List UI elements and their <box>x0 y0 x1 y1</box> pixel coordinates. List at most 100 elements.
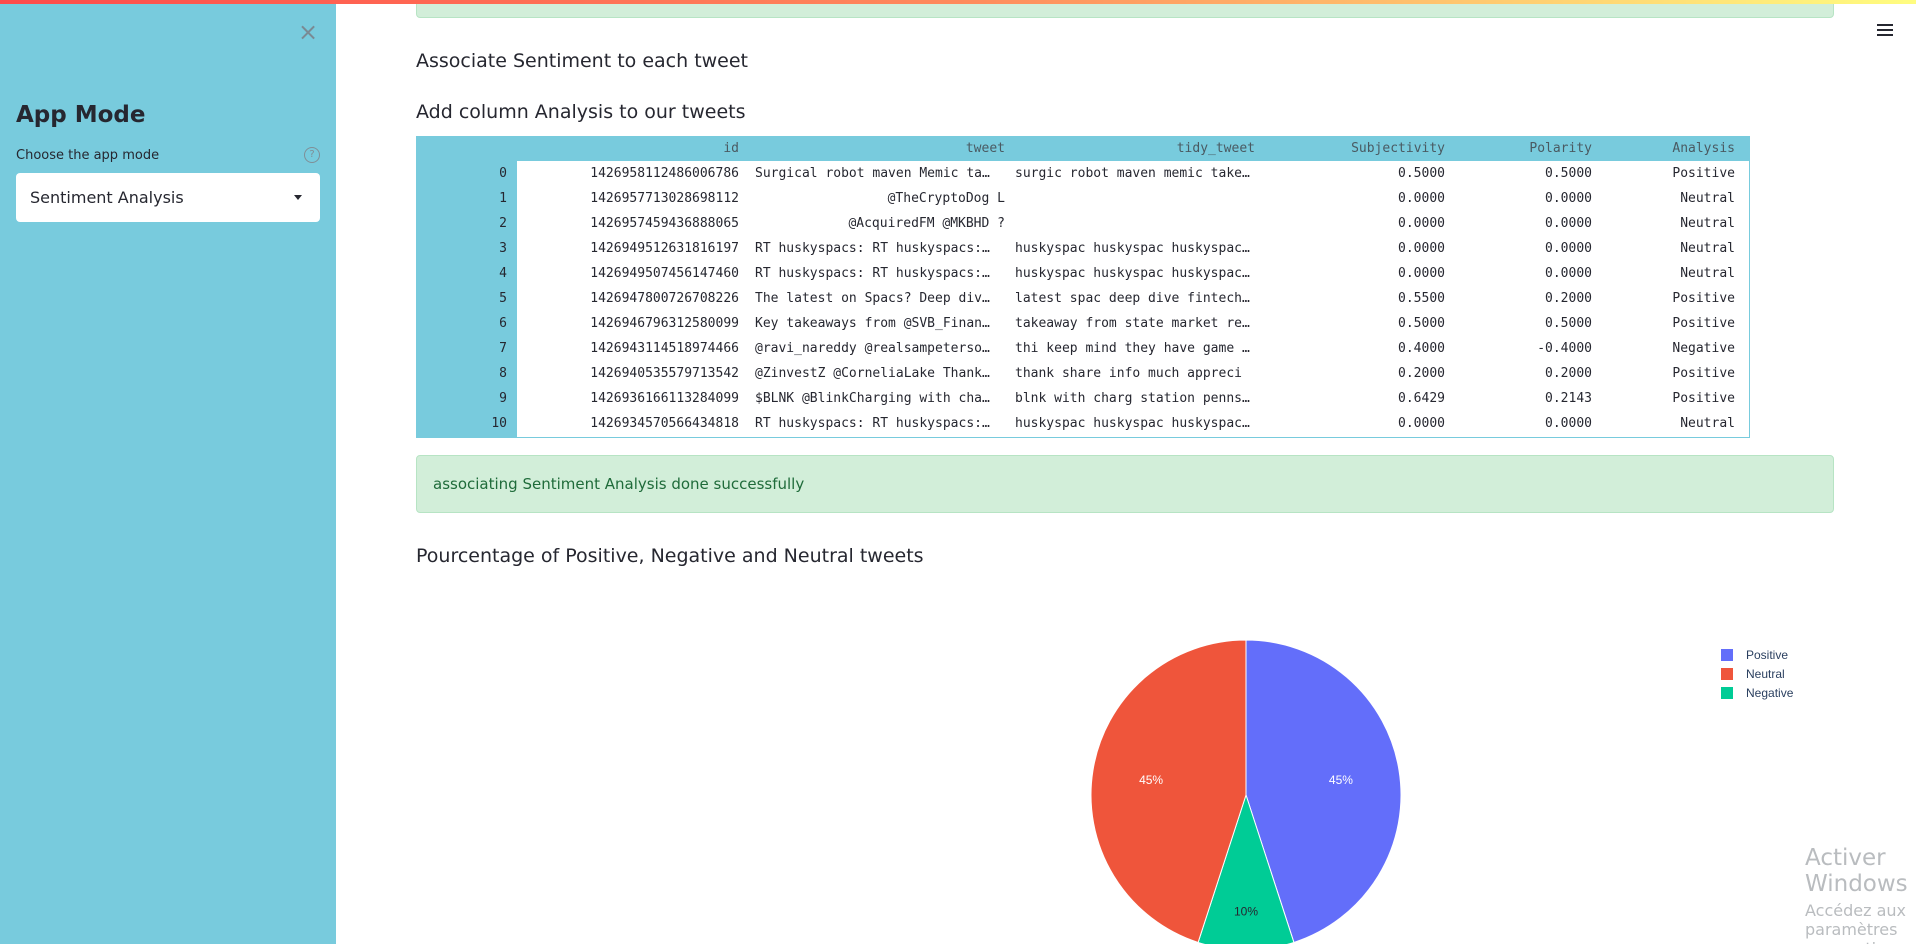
windows-activation-watermark: Activer Windows Accédez aux paramètres p… <box>1805 845 1916 944</box>
table-cell-id[interactable]: 1426949507456147460 <box>539 261 739 286</box>
table-cell-id[interactable]: 1426957459436888065 <box>539 211 739 236</box>
table-cell-subjectivity[interactable]: 0.4000 <box>1265 336 1445 361</box>
column-header[interactable]: Subjectivity <box>1265 137 1445 161</box>
table-cell-subjectivity[interactable]: 0.0000 <box>1265 186 1445 211</box>
help-circle-icon[interactable]: ? <box>304 147 320 163</box>
table-cell-tidy-tweet[interactable]: huskyspac huskyspac huskyspac… <box>1015 236 1255 261</box>
table-cell-subjectivity[interactable]: 0.0000 <box>1265 411 1445 436</box>
column-header[interactable]: Analysis <box>1595 137 1735 161</box>
row-index: 9 <box>499 391 507 406</box>
table-cell-analysis[interactable]: Positive <box>1595 386 1735 411</box>
table-cell-polarity[interactable]: -0.4000 <box>1452 336 1592 361</box>
table-cell-subjectivity[interactable]: 0.5500 <box>1265 286 1445 311</box>
table-cell-analysis[interactable]: Neutral <box>1595 411 1735 436</box>
table-cell-id[interactable]: 1426949512631816197 <box>539 236 739 261</box>
close-sidebar-button[interactable]: × <box>296 18 320 46</box>
heading-add-column: Add column Analysis to our tweets <box>416 101 746 123</box>
watermark-line1: Activer Windows <box>1805 845 1908 897</box>
table-cell-tidy-tweet[interactable]: blnk with charg station penns… <box>1015 386 1255 411</box>
table-cell-subjectivity[interactable]: 0.0000 <box>1265 236 1445 261</box>
table-cell-tidy-tweet[interactable]: latest spac deep dive fintech… <box>1015 286 1255 311</box>
table-cell-tidy-tweet[interactable] <box>1015 211 1255 236</box>
table-cell-polarity[interactable]: 0.5000 <box>1452 311 1592 336</box>
table-cell-id[interactable]: 1426947800726708226 <box>539 286 739 311</box>
table-cell-analysis[interactable]: Positive <box>1595 161 1735 186</box>
table-cell-tidy-tweet[interactable]: thank share info much appreci <box>1015 361 1255 386</box>
table-cell-tweet[interactable]: Surgical robot maven Memic ta… <box>755 161 1005 186</box>
table-cell-tidy-tweet[interactable]: takeaway from state market re… <box>1015 311 1255 336</box>
column-header[interactable]: tidy_tweet <box>1015 137 1255 161</box>
success-message: associating Sentiment Analysis done succ… <box>433 475 805 493</box>
table-cell-tidy-tweet[interactable]: surgic robot maven memic take… <box>1015 161 1255 186</box>
table-cell-polarity[interactable]: 0.0000 <box>1452 236 1592 261</box>
close-icon: × <box>297 18 319 46</box>
legend-swatch-neutral[interactable] <box>1721 668 1733 680</box>
table-cell-subjectivity[interactable]: 0.0000 <box>1265 261 1445 286</box>
pie-label-neutral: 45% <box>1139 773 1163 787</box>
table-cell-tidy-tweet[interactable] <box>1015 186 1255 211</box>
table-cell-analysis[interactable]: Positive <box>1595 311 1735 336</box>
table-cell-polarity[interactable]: 0.2143 <box>1452 386 1592 411</box>
table-cell-id[interactable]: 1426958112486006786 <box>539 161 739 186</box>
row-index: 0 <box>499 166 507 181</box>
legend-label-negative[interactable]: Negative <box>1746 686 1794 700</box>
table-cell-subjectivity[interactable]: 0.2000 <box>1265 361 1445 386</box>
table-cell-tweet[interactable]: The latest on Spacs? Deep div… <box>755 286 1005 311</box>
row-index: 8 <box>499 366 507 381</box>
table-cell-subjectivity[interactable]: 0.5000 <box>1265 311 1445 336</box>
sentiment-pie-chart[interactable]: 45% 10% 45% Positive Neutral Negative <box>416 570 1834 944</box>
table-cell-id[interactable]: 1426946796312580099 <box>539 311 739 336</box>
table-cell-id[interactable]: 1426957713028698112 <box>539 186 739 211</box>
table-cell-tweet[interactable]: RT huskyspacs: RT huskyspacs:… <box>755 411 1005 436</box>
table-cell-polarity[interactable]: 0.0000 <box>1452 186 1592 211</box>
table-cell-polarity[interactable]: 0.0000 <box>1452 211 1592 236</box>
table-cell-tweet[interactable]: @ravi_nareddy @realsampeterso… <box>755 336 1005 361</box>
column-header[interactable]: Polarity <box>1452 137 1592 161</box>
tweets-dataframe[interactable]: id tweet tidy_tweet Subjectivity Polarity Ana… <box>416 136 1750 438</box>
table-cell-analysis[interactable]: Neutral <box>1595 261 1735 286</box>
table-cell-polarity[interactable]: 0.2000 <box>1452 361 1592 386</box>
table-cell-subjectivity[interactable]: 0.6429 <box>1265 386 1445 411</box>
app-mode-selected-value: Sentiment Analysis <box>30 188 184 207</box>
column-header[interactable]: id <box>539 137 739 161</box>
table-cell-analysis[interactable]: Neutral <box>1595 211 1735 236</box>
table-cell-polarity[interactable]: 0.5000 <box>1452 161 1592 186</box>
table-cell-analysis[interactable]: Neutral <box>1595 236 1735 261</box>
table-cell-tidy-tweet[interactable]: huskyspac huskyspac huskyspac… <box>1015 261 1255 286</box>
table-cell-analysis[interactable]: Negative <box>1595 336 1735 361</box>
table-cell-id[interactable]: 1426934570566434818 <box>539 411 739 436</box>
table-cell-tidy-tweet[interactable]: thi keep mind they have game … <box>1015 336 1255 361</box>
legend-label-neutral[interactable]: Neutral <box>1746 667 1785 681</box>
column-header[interactable]: tweet <box>755 137 1005 161</box>
table-cell-subjectivity[interactable]: 0.5000 <box>1265 161 1445 186</box>
table-cell-analysis[interactable]: Positive <box>1595 286 1735 311</box>
table-cell-tweet[interactable]: $BLNK @BlinkCharging with cha… <box>755 386 1005 411</box>
legend-swatch-positive[interactable] <box>1721 649 1733 661</box>
table-cell-analysis[interactable]: Neutral <box>1595 186 1735 211</box>
table-cell-tidy-tweet[interactable]: huskyspac huskyspac huskyspac… <box>1015 411 1255 436</box>
table-cell-subjectivity[interactable]: 0.0000 <box>1265 211 1445 236</box>
row-index: 7 <box>499 341 507 356</box>
table-cell-tweet[interactable]: @AcquiredFM @MKBHD ? <box>755 211 1005 236</box>
legend-label-positive[interactable]: Positive <box>1746 648 1788 662</box>
row-index: 2 <box>499 216 507 231</box>
legend-swatch-negative[interactable] <box>1721 687 1733 699</box>
select-label: Choose the app mode <box>16 148 160 163</box>
table-cell-analysis[interactable]: Positive <box>1595 361 1735 386</box>
row-index: 3 <box>499 241 507 256</box>
table-cell-id[interactable]: 1426936166113284099 <box>539 386 739 411</box>
main-menu-button[interactable] <box>1877 24 1893 38</box>
table-cell-tweet[interactable]: Key takeaways from @SVB_Finan… <box>755 311 1005 336</box>
heading-chart: Pourcentage of Positive, Negative and Ne… <box>416 545 924 567</box>
table-cell-id[interactable]: 1426940535579713542 <box>539 361 739 386</box>
table-cell-polarity[interactable]: 0.0000 <box>1452 261 1592 286</box>
sidebar-title: App Mode <box>16 102 146 128</box>
table-cell-tweet[interactable]: RT huskyspacs: RT huskyspacs:… <box>755 236 1005 261</box>
table-cell-polarity[interactable]: 0.0000 <box>1452 411 1592 436</box>
app-mode-select[interactable]: Sentiment Analysis <box>16 173 320 222</box>
table-cell-id[interactable]: 1426943114518974466 <box>539 336 739 361</box>
table-cell-tweet[interactable]: @ZinvestZ @CorneliaLake Thank… <box>755 361 1005 386</box>
table-cell-tweet[interactable]: @TheCryptoDog L <box>755 186 1005 211</box>
table-cell-tweet[interactable]: RT huskyspacs: RT huskyspacs:… <box>755 261 1005 286</box>
table-cell-polarity[interactable]: 0.2000 <box>1452 286 1592 311</box>
